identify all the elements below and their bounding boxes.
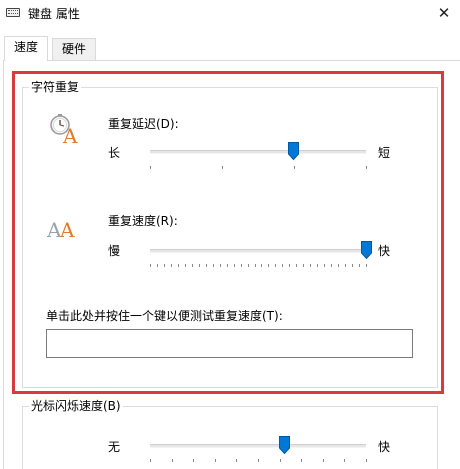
slider-tick <box>261 264 262 267</box>
slider-tick <box>280 459 281 462</box>
slider-track <box>150 444 366 448</box>
slider-tick <box>215 459 216 462</box>
close-button[interactable]: ✕ <box>428 0 460 26</box>
cursor-blink-legend: 光标闪烁速度(B) <box>29 399 123 413</box>
slider-tick <box>359 264 360 267</box>
double-letter-icon: A A <box>46 215 83 243</box>
slider-tick <box>345 264 346 267</box>
slider-tick <box>301 459 302 462</box>
slider-tick <box>171 264 172 267</box>
delay-min-label: 长 <box>108 146 121 160</box>
slider-tick <box>227 264 228 267</box>
slider-tick <box>323 459 324 462</box>
slider-tick <box>317 264 318 267</box>
slider-tick <box>366 264 367 267</box>
slider-tick <box>213 264 214 267</box>
repeat-rate-label: 重复速度(R): <box>108 214 178 228</box>
slider-tick <box>366 459 367 462</box>
rate-min-label: 慢 <box>108 244 121 258</box>
slider-tick <box>352 264 353 267</box>
repeat-rate-slider[interactable] <box>150 241 372 262</box>
slider-track <box>150 249 366 253</box>
slider-tick <box>150 166 151 169</box>
clock-letter-icon: A <box>47 113 83 148</box>
repeat-delay-label: 重复延迟(D): <box>108 117 179 131</box>
keyboard-icon <box>6 8 20 17</box>
delay-ticks <box>150 166 367 171</box>
test-repeat-input[interactable] <box>46 329 413 358</box>
slider-tick <box>303 264 304 267</box>
blink-max-label: 快 <box>378 440 391 454</box>
slider-tick <box>331 264 332 267</box>
slider-tick <box>294 166 295 169</box>
rate-max-label: 快 <box>378 244 391 258</box>
slider-tick <box>258 459 259 462</box>
window-title: 键盘 属性 <box>28 7 80 21</box>
test-repeat-label: 单击此处并按住一个键以便测试重复速度(T): <box>46 309 283 323</box>
slider-tick <box>241 264 242 267</box>
slider-tick <box>344 459 345 462</box>
char-repeat-legend: 字符重复 <box>29 80 82 94</box>
slider-thumb[interactable] <box>361 241 372 259</box>
svg-text:A: A <box>59 218 75 242</box>
slider-tick <box>172 459 173 462</box>
slider-tick <box>150 264 151 267</box>
rate-ticks <box>150 264 367 269</box>
cursor-blink-slider[interactable] <box>150 436 366 457</box>
slider-tick <box>324 264 325 267</box>
tab-speed[interactable]: 速度 <box>4 36 49 61</box>
blink-ticks <box>150 459 367 464</box>
delay-max-label: 短 <box>378 146 391 160</box>
slider-tick <box>255 264 256 267</box>
slider-tick <box>185 264 186 267</box>
repeat-delay-slider[interactable] <box>150 142 366 163</box>
slider-tick <box>366 166 367 169</box>
blink-min-label: 无 <box>108 440 121 454</box>
slider-tick <box>164 264 165 267</box>
slider-tick <box>157 264 158 267</box>
slider-tick <box>150 459 151 462</box>
slider-tick <box>206 264 207 267</box>
slider-tick <box>338 264 339 267</box>
slider-tick <box>236 459 237 462</box>
slider-tick <box>193 459 194 462</box>
slider-tick <box>234 264 235 267</box>
slider-tick <box>268 264 269 267</box>
slider-tick <box>282 264 283 267</box>
slider-track <box>150 150 366 154</box>
tab-hardware[interactable]: 硬件 <box>52 38 97 60</box>
slider-tick <box>192 264 193 267</box>
slider-tick <box>289 264 290 267</box>
slider-tick <box>199 264 200 267</box>
slider-tick <box>275 264 276 267</box>
slider-thumb[interactable] <box>279 436 290 454</box>
slider-tick <box>220 264 221 267</box>
svg-text:A: A <box>62 124 78 145</box>
slider-tick <box>178 264 179 267</box>
title-bar: 键盘 属性 ✕ <box>0 0 460 28</box>
slider-tick <box>296 264 297 267</box>
slider-tick <box>222 166 223 169</box>
slider-tick <box>310 264 311 267</box>
slider-tick <box>248 264 249 267</box>
slider-thumb[interactable] <box>288 142 299 160</box>
